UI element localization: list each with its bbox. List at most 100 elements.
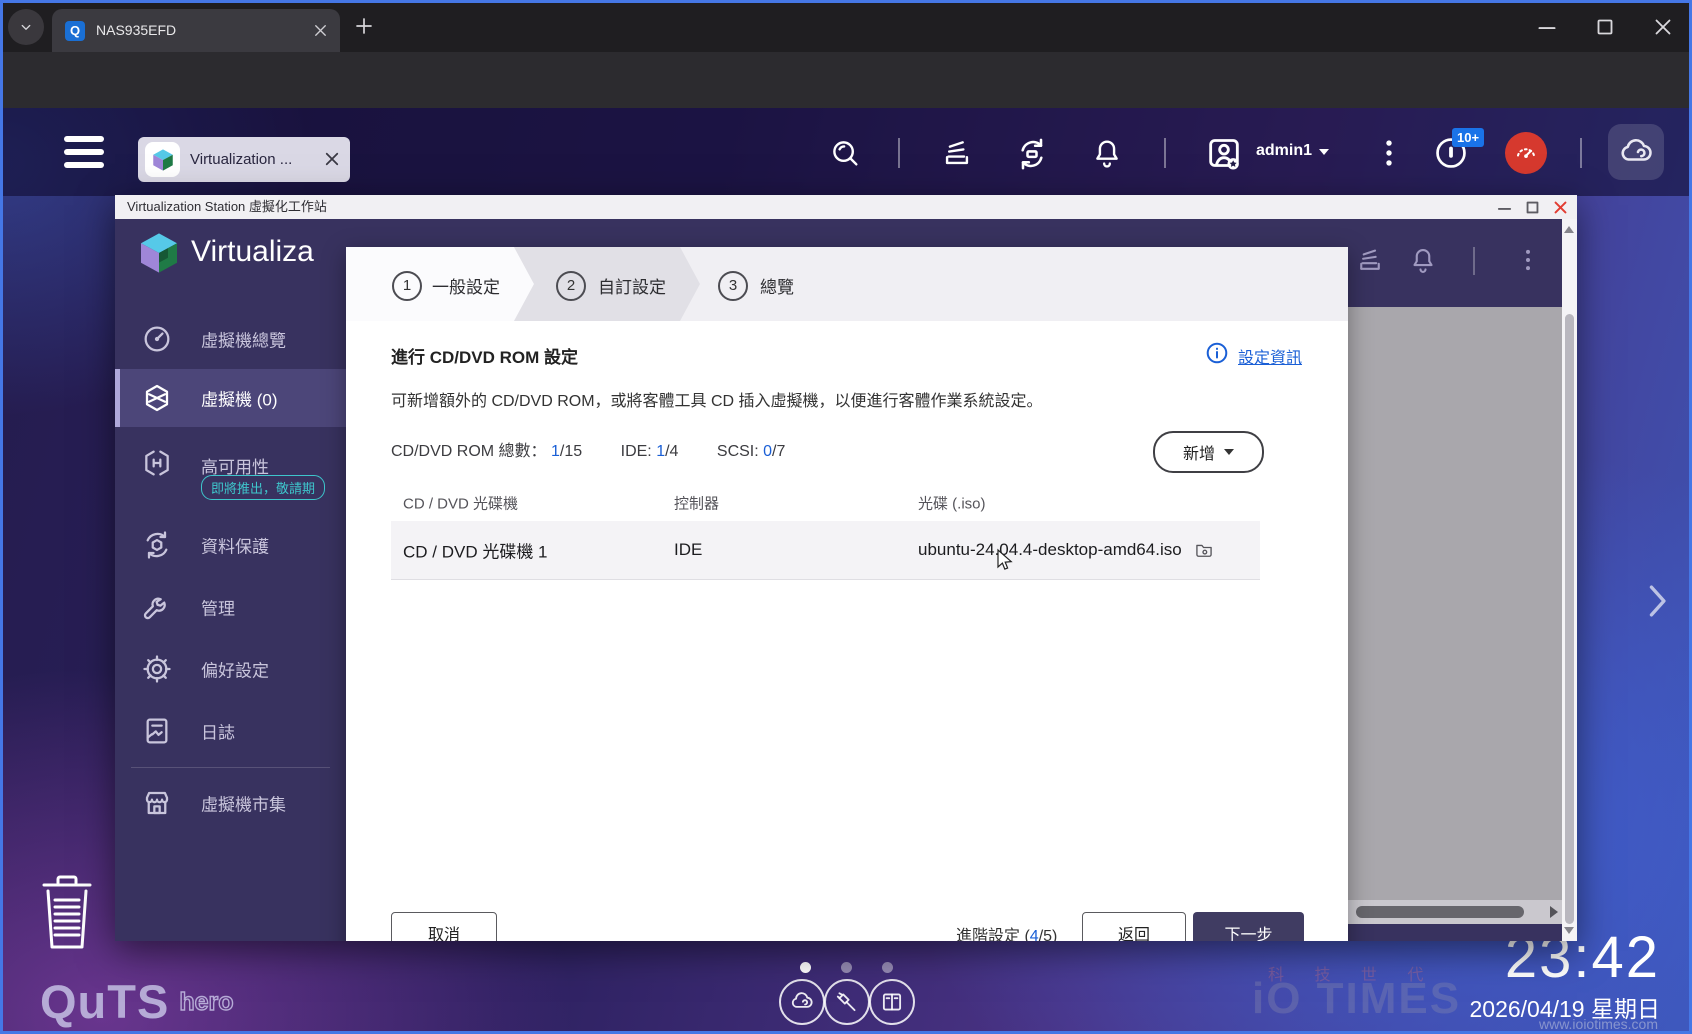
recycle-bin-icon[interactable] <box>36 872 98 954</box>
horizontal-scrollbar-thumb[interactable] <box>1356 906 1524 918</box>
watermark-site: www.ioiotimes.com <box>1539 1016 1658 1032</box>
dashboard-icon[interactable] <box>1505 132 1547 174</box>
sidebar-item-data-protection[interactable]: 資料保護 <box>115 517 346 573</box>
vertical-scrollbar[interactable] <box>1562 219 1577 941</box>
more-options-icon[interactable] <box>1372 136 1406 170</box>
search-icon[interactable] <box>828 136 862 170</box>
taskbar-app-close-icon[interactable] <box>323 150 341 168</box>
os-logo-main: QuTS <box>40 975 169 1028</box>
qnap-favicon: Q <box>65 21 85 41</box>
wallpaper-dot[interactable] <box>882 962 893 973</box>
vs-bell-icon[interactable] <box>1408 245 1438 275</box>
wallpaper-dot-active[interactable] <box>800 962 811 973</box>
tab-title: NAS935EFD <box>96 9 176 52</box>
os-logo: QuTS hero <box>40 974 234 1029</box>
sidebar-item-vm-list[interactable]: 虛擬機 (0) <box>115 369 346 427</box>
topbar-divider <box>1580 138 1582 168</box>
chevron-down-icon <box>17 18 35 36</box>
vs-logo-text: Virtualiza <box>191 235 314 269</box>
vs-footer-strip <box>1348 924 1562 941</box>
taskbar-app-label: Virtualization ... <box>190 137 292 182</box>
next-button[interactable]: 下一步 <box>1193 912 1304 941</box>
sidebar-item-vm-market[interactable]: 虛擬機市集 <box>115 775 346 831</box>
sidebar-item-management[interactable]: 管理 <box>115 579 346 635</box>
sidebar-item-preferences[interactable]: 偏好設定 <box>115 641 346 697</box>
tab-close-icon[interactable] <box>311 21 330 40</box>
user-avatar-icon[interactable] <box>1204 133 1244 173</box>
data-protection-icon <box>141 529 173 561</box>
add-caret-icon <box>1224 449 1234 455</box>
cancel-button[interactable]: 取消 <box>391 912 497 941</box>
scroll-down-icon[interactable] <box>1564 927 1574 934</box>
vs-window-titlebar[interactable]: Virtualization Station 虛擬化工作站 <box>115 195 1577 219</box>
vertical-scrollbar-thumb[interactable] <box>1565 314 1574 924</box>
vm-list-icon <box>141 382 173 414</box>
browser-tab-strip: Q NAS935EFD <box>0 0 1692 52</box>
qnap-desktop: admin1 10+ QuTShero 科 技 世 代 iO TIMES 23:… <box>0 108 1692 1034</box>
vs-more-icon[interactable] <box>1513 245 1543 275</box>
horizontal-scrollbar[interactable] <box>1348 900 1562 924</box>
step-1-label: 一般設定 <box>432 273 500 298</box>
window-close-icon[interactable] <box>1552 199 1569 216</box>
browser-maximize-icon[interactable] <box>1592 14 1618 40</box>
vm-overview-icon <box>141 323 173 355</box>
main-menu-icon[interactable] <box>64 136 104 175</box>
vs-sidebar: Virtualiza 虛擬機總覽 虛擬機 (0) 高可用性 即將推出，敬請期 <box>115 219 346 941</box>
sidebar-item-high-availability[interactable]: 高可用性 即將推出，敬請期 <box>115 431 346 507</box>
screen: Q NAS935EFD <box>0 0 1692 1034</box>
notifications-icon[interactable] <box>1090 136 1124 170</box>
vs-window: Virtualization Station 虛擬化工作站 Virt <box>115 195 1577 941</box>
ha-icon <box>141 447 173 479</box>
col-iso: 光碟 (.iso) <box>918 493 986 514</box>
new-tab-button[interactable] <box>352 14 376 38</box>
col-drive: CD / DVD 光碟機 <box>403 493 518 514</box>
next-wallpaper-icon[interactable] <box>1640 576 1674 626</box>
sidebar-divider <box>131 767 330 768</box>
os-logo-suffix: hero <box>179 988 233 1016</box>
step-3-circle: 3 <box>718 271 748 301</box>
tab-search-button[interactable] <box>8 9 44 45</box>
cloud-shortcut-icon[interactable] <box>779 979 825 1025</box>
step-1-circle: 1 <box>392 271 422 301</box>
scroll-right-icon[interactable] <box>1550 906 1558 918</box>
window-minimize-icon[interactable] <box>1496 199 1513 216</box>
manual-shortcut-icon[interactable] <box>869 979 915 1025</box>
browser-close-icon[interactable] <box>1650 14 1676 40</box>
mouse-cursor <box>993 548 1017 577</box>
tools-shortcut-icon[interactable] <box>824 979 870 1025</box>
notification-count-badge: 10+ <box>1452 128 1484 147</box>
col-controller: 控制器 <box>674 493 719 514</box>
myqnapcloud-icon[interactable] <box>1608 124 1664 180</box>
browser-minimize-icon[interactable] <box>1534 14 1560 40</box>
table-row[interactable]: CD / DVD 光碟機 1 IDE ubuntu-24.04.4-deskto… <box>391 521 1260 580</box>
iso-browse-icon[interactable] <box>1194 540 1214 560</box>
taskbar-app-chip[interactable]: Virtualization ... <box>138 137 350 182</box>
scroll-up-icon[interactable] <box>1564 226 1574 233</box>
username-menu[interactable]: admin1 <box>1256 142 1329 160</box>
watermark-cn: 科 技 世 代 <box>1268 961 1436 985</box>
browser-toolbar: 不安全 192.168.168.53:8080/cgi-bin/ 無痕視窗 <box>0 52 1692 108</box>
cd-dvd-wizard-dialog: 1 一般設定 2 自訂設定 3 總覽 進行 CD/DVD ROM 設定 設定資訊… <box>346 247 1348 941</box>
back-button[interactable]: 返回 <box>1082 912 1186 941</box>
plus-icon <box>352 14 376 38</box>
vs-tasks-icon[interactable] <box>1355 245 1385 275</box>
management-icon <box>141 591 173 623</box>
wizard-title: 進行 CD/DVD ROM 設定 <box>391 343 578 368</box>
info-icon <box>1205 341 1229 365</box>
settings-info-link[interactable]: 設定資訊 <box>1238 344 1302 368</box>
sidebar-item-logs[interactable]: 日誌 <box>115 703 346 759</box>
topbar-divider <box>1164 138 1166 168</box>
topbar-divider <box>898 138 900 168</box>
sidebar-item-vm-overview[interactable]: 虛擬機總覽 <box>115 311 346 367</box>
vs-logo-icon <box>135 229 183 277</box>
wallpaper-dot[interactable] <box>841 962 852 973</box>
step-2-label: 自訂設定 <box>598 273 666 298</box>
window-maximize-icon[interactable] <box>1524 199 1541 216</box>
step-3-label: 總覽 <box>760 273 794 298</box>
background-tasks-icon[interactable] <box>940 136 974 170</box>
logs-icon <box>141 715 173 747</box>
step-2-circle: 2 <box>556 271 586 301</box>
add-button[interactable]: 新增 <box>1153 431 1264 473</box>
sync-icon[interactable] <box>1014 136 1048 170</box>
browser-tab[interactable]: Q NAS935EFD <box>52 9 340 52</box>
